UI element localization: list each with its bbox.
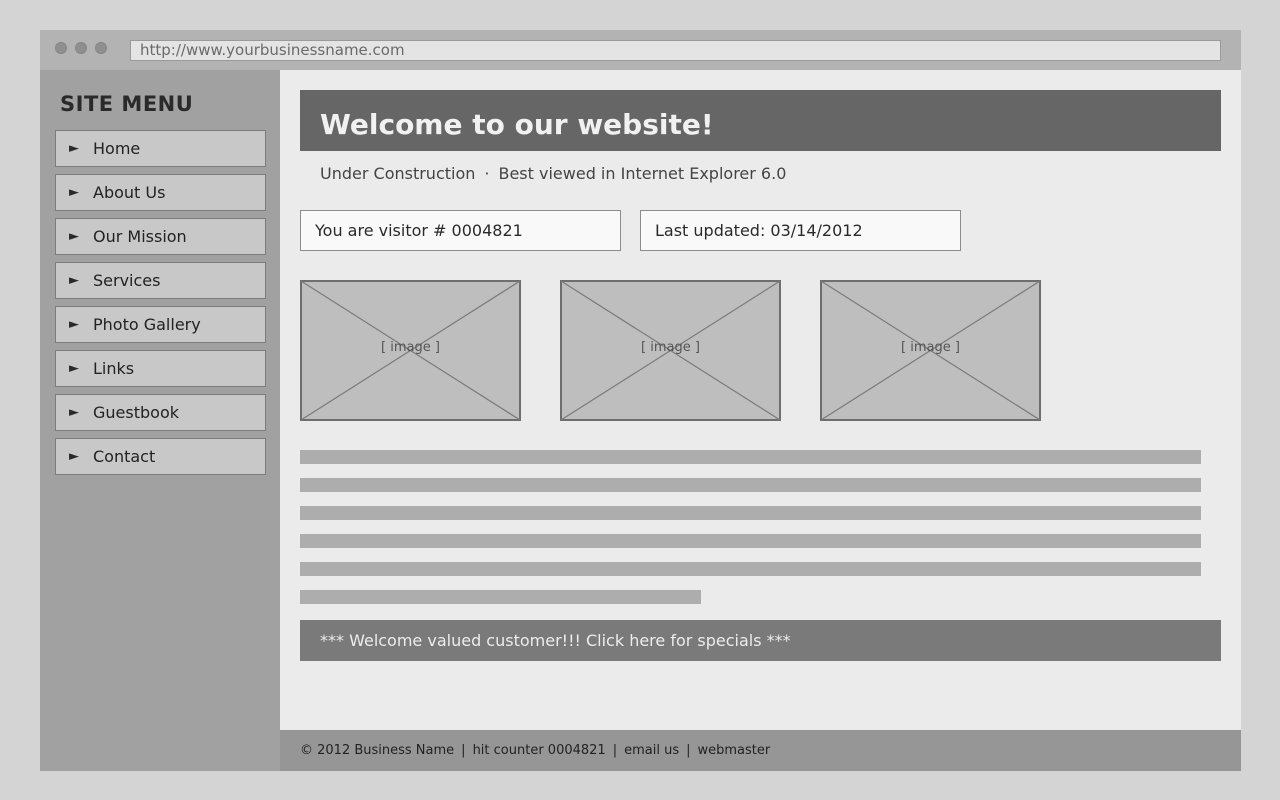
welcome-banner: Welcome to our website! — [300, 90, 1221, 151]
site-menu: ► Home ► About Us ► Our Mission ► Servic… — [55, 130, 266, 482]
browser-recommendation-text: Best viewed in Internet Explorer 6.0 — [498, 164, 787, 183]
footer-email-link[interactable]: email us — [624, 743, 679, 758]
footer-separator: | — [612, 743, 618, 758]
under-construction-text: Under Construction — [320, 164, 476, 183]
menu-item-guestbook[interactable]: ► Guestbook — [55, 394, 266, 431]
footer-separator: | — [461, 743, 466, 758]
placeholder-text-line — [300, 450, 1201, 464]
menu-item-our-mission[interactable]: ► Our Mission — [55, 218, 266, 255]
arrow-right-icon: ► — [69, 185, 79, 200]
window-maximize-dot[interactable] — [95, 42, 107, 54]
window-close-dot[interactable] — [55, 42, 67, 54]
main-content: Welcome to our website! Under Constructi… — [280, 70, 1241, 730]
footer: © 2012 Business Name | hit counter 0004821… — [280, 730, 1241, 771]
arrow-right-icon: ► — [69, 273, 79, 288]
menu-item-label: Contact — [93, 447, 156, 466]
arrow-right-icon: ► — [69, 361, 79, 376]
arrow-right-icon: ► — [69, 405, 79, 420]
browser-window: http://www.yourbusinessname.com SITE MEN… — [40, 30, 1241, 771]
menu-item-contact[interactable]: ► Contact — [55, 438, 266, 475]
menu-item-services[interactable]: ► Services — [55, 262, 266, 299]
image-placeholder: [ image ] — [560, 280, 781, 421]
menu-item-label: Our Mission — [93, 227, 187, 246]
menu-item-label: Guestbook — [93, 403, 179, 422]
arrow-right-icon: ► — [69, 229, 79, 244]
arrow-right-icon: ► — [69, 317, 79, 332]
footer-separator: | — [686, 743, 691, 758]
menu-item-photo-gallery[interactable]: ► Photo Gallery — [55, 306, 266, 343]
menu-item-label: Services — [93, 271, 161, 290]
placeholder-text-line — [300, 534, 1201, 548]
construction-notice: Under Construction · Best viewed in Intern… — [320, 164, 786, 183]
arrow-right-icon: ► — [69, 141, 79, 156]
footer-hit-counter: hit counter 0004821 — [472, 743, 606, 758]
image-placeholder: [ image ] — [300, 280, 521, 421]
last-updated-box: Last updated: 03/14/2012 — [640, 210, 961, 251]
menu-item-about-us[interactable]: ► About Us — [55, 174, 266, 211]
menu-item-links[interactable]: ► Links — [55, 350, 266, 387]
site-menu-title: SITE MENU — [60, 92, 194, 116]
arrow-right-icon: ► — [69, 449, 79, 464]
image-placeholder-label: [ image ] — [381, 340, 440, 355]
window-minimize-dot[interactable] — [75, 42, 87, 54]
specials-text: *** Welcome valued customer!!! Click her… — [320, 631, 791, 650]
browser-chrome: http://www.yourbusinessname.com — [40, 30, 1241, 70]
menu-item-label: Home — [93, 139, 141, 158]
subline-separator: · — [484, 164, 490, 183]
image-placeholder-label: [ image ] — [641, 340, 700, 355]
placeholder-text-line — [300, 478, 1201, 492]
placeholder-text-line — [300, 562, 1201, 576]
image-placeholder: [ image ] — [820, 280, 1041, 421]
menu-item-home[interactable]: ► Home — [55, 130, 266, 167]
site-menu-sidebar: SITE MENU ► Home ► About Us ► Our Missio… — [40, 70, 280, 771]
footer-webmaster-link[interactable]: webmaster — [697, 743, 770, 758]
image-placeholder-label: [ image ] — [901, 340, 960, 355]
menu-item-label: Links — [93, 359, 135, 378]
menu-item-label: About Us — [93, 183, 166, 202]
page-title: Welcome to our website! — [320, 108, 714, 141]
placeholder-text-line — [300, 590, 701, 604]
footer-links: © 2012 Business Name | hit counter 0004821… — [300, 730, 770, 771]
footer-copyright: © 2012 Business Name — [300, 743, 455, 758]
visitor-counter: You are visitor # 0004821 — [300, 210, 621, 251]
address-bar[interactable]: http://www.yourbusinessname.com — [130, 40, 1221, 61]
placeholder-text-line — [300, 506, 1201, 520]
menu-item-label: Photo Gallery — [93, 315, 201, 334]
specials-banner-link[interactable]: *** Welcome valued customer!!! Click her… — [300, 620, 1221, 661]
